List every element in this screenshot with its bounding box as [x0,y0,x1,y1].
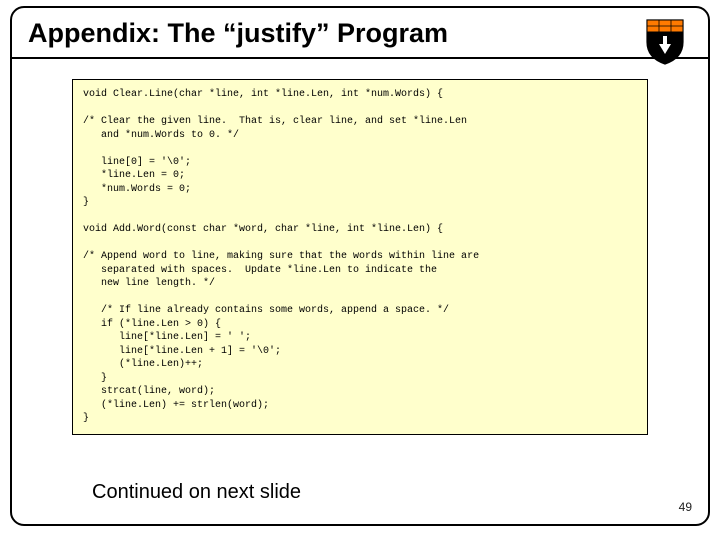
princeton-shield-icon [644,18,686,66]
continued-label: Continued on next slide [92,481,301,504]
slide-title-bar: Appendix: The “justify” Program [12,8,708,59]
slide-frame: Appendix: The “justify” Program void Cle… [10,6,710,526]
page-number: 49 [679,500,692,514]
code-block: void Clear.Line(char *line, int *line.Le… [72,79,648,435]
slide-title: Appendix: The “justify” Program [28,18,448,49]
